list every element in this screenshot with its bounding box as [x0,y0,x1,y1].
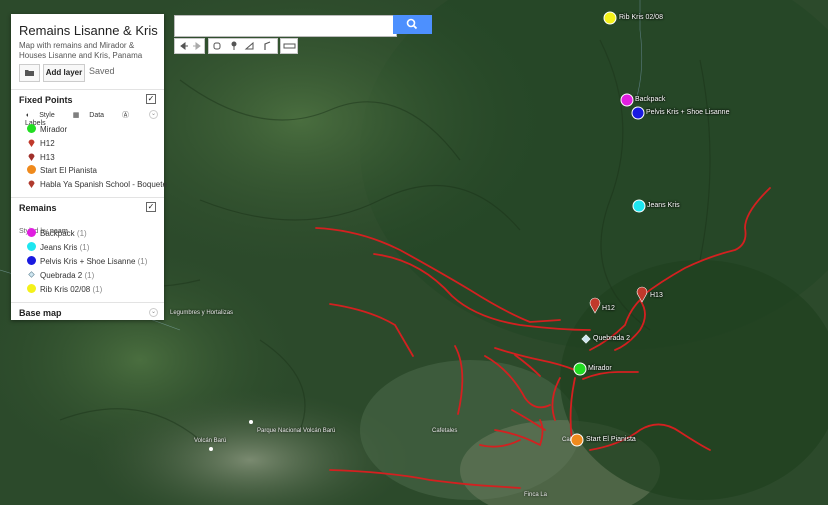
marker-label: H12 [602,305,615,312]
draw-line-icon[interactable] [244,41,254,50]
legend-item[interactable]: Start El Pianista [27,165,97,176]
divider [11,302,164,303]
layers-panel: Remains Lisanne & Kris Map with remains … [11,14,167,320]
hand-icon[interactable] [213,42,221,50]
measure-button[interactable] [280,38,298,54]
legend-item[interactable]: H13 [27,152,55,163]
divider [11,89,164,90]
add-layer-button[interactable]: Add layer [43,64,85,82]
cyan-dot-icon [27,242,36,251]
red-pin-icon [28,153,35,161]
open-folder-button[interactable] [19,64,40,82]
paint-icon: ◖ [25,112,32,119]
marker-label: Rib Kris 02/08 [619,14,663,21]
draw-tools-group [208,38,278,54]
base-map-chevron-icon[interactable]: ⌄ [149,308,158,317]
green-dot-icon [27,124,36,133]
undo-icon[interactable] [180,42,188,50]
labels-icon: Ⓐ [122,112,130,119]
save-status: Saved [89,66,115,76]
legend-item[interactable]: Backpack (1) [27,228,87,239]
map-description[interactable]: Map with remains and Mirador & Houses Li… [19,41,159,61]
place-label: Parque Nacional Volcán Barú [257,428,336,434]
legend-item[interactable]: Pelvis Kris + Shoe Lisanne (1) [27,256,147,267]
marker-add-icon[interactable] [231,41,237,51]
marker-label: Pelvis Kris + Shoe Lisanne [646,109,730,116]
magenta-dot-icon [27,228,36,237]
blue-dot-icon [27,256,36,265]
redo-icon[interactable] [193,42,201,50]
map-title[interactable]: Remains Lisanne & Kris [19,23,158,38]
orange-dot-icon [27,165,36,174]
directions-icon[interactable] [264,41,271,50]
legend-item[interactable]: Rib Kris 02/08 (1) [27,284,102,295]
undo-redo-group [174,38,205,54]
marker-label: H13 [650,292,663,299]
table-icon: ▦ [72,112,82,119]
legend-item[interactable]: H12 [27,138,55,149]
place-label: Calde [562,437,578,443]
search-button[interactable] [393,15,432,34]
base-map-toggle[interactable]: Base map [19,308,62,318]
layer-title-remains[interactable]: Remains [19,203,57,213]
folder-icon [25,70,34,76]
diamond-icon [28,271,35,278]
ruler-icon [283,43,296,49]
red-pin-icon [28,180,35,188]
map-toolbar [174,38,298,54]
place-label: Volcán Barú [194,438,227,444]
marker-label: Mirador [588,365,612,372]
yellow-dot-icon [27,284,36,293]
search-icon [406,18,418,30]
layer-options-chevron-icon[interactable]: ⌄ [149,110,158,119]
place-label: Finca La [524,492,548,498]
search-input[interactable] [174,15,397,37]
divider [11,197,164,198]
layer-checkbox-fixed-points[interactable]: ✓ [146,94,156,104]
marker-label: Backpack [635,96,666,103]
marker-label: Jeans Kris [647,202,680,209]
legend-item[interactable]: Mirador [27,124,67,135]
red-pin-icon [28,139,35,147]
marker-label: Quebrada 2 [593,335,630,342]
place-label: Legumbres y Hortalizas [170,310,234,316]
data-tool[interactable]: ▦ Data [73,112,112,119]
legend-item[interactable]: Quebrada 2 (1) [27,270,94,281]
layer-checkbox-remains[interactable]: ✓ [146,202,156,212]
place-label: Cafetales [432,428,458,434]
style-tool[interactable]: ◖ Style [25,112,63,119]
legend-item[interactable]: Habla Ya Spanish School - Boquete [27,179,167,190]
marker-label: Start El Pianista [586,436,636,443]
layer-title-fixed-points[interactable]: Fixed Points [19,95,73,105]
legend-item[interactable]: Jeans Kris (1) [27,242,89,253]
